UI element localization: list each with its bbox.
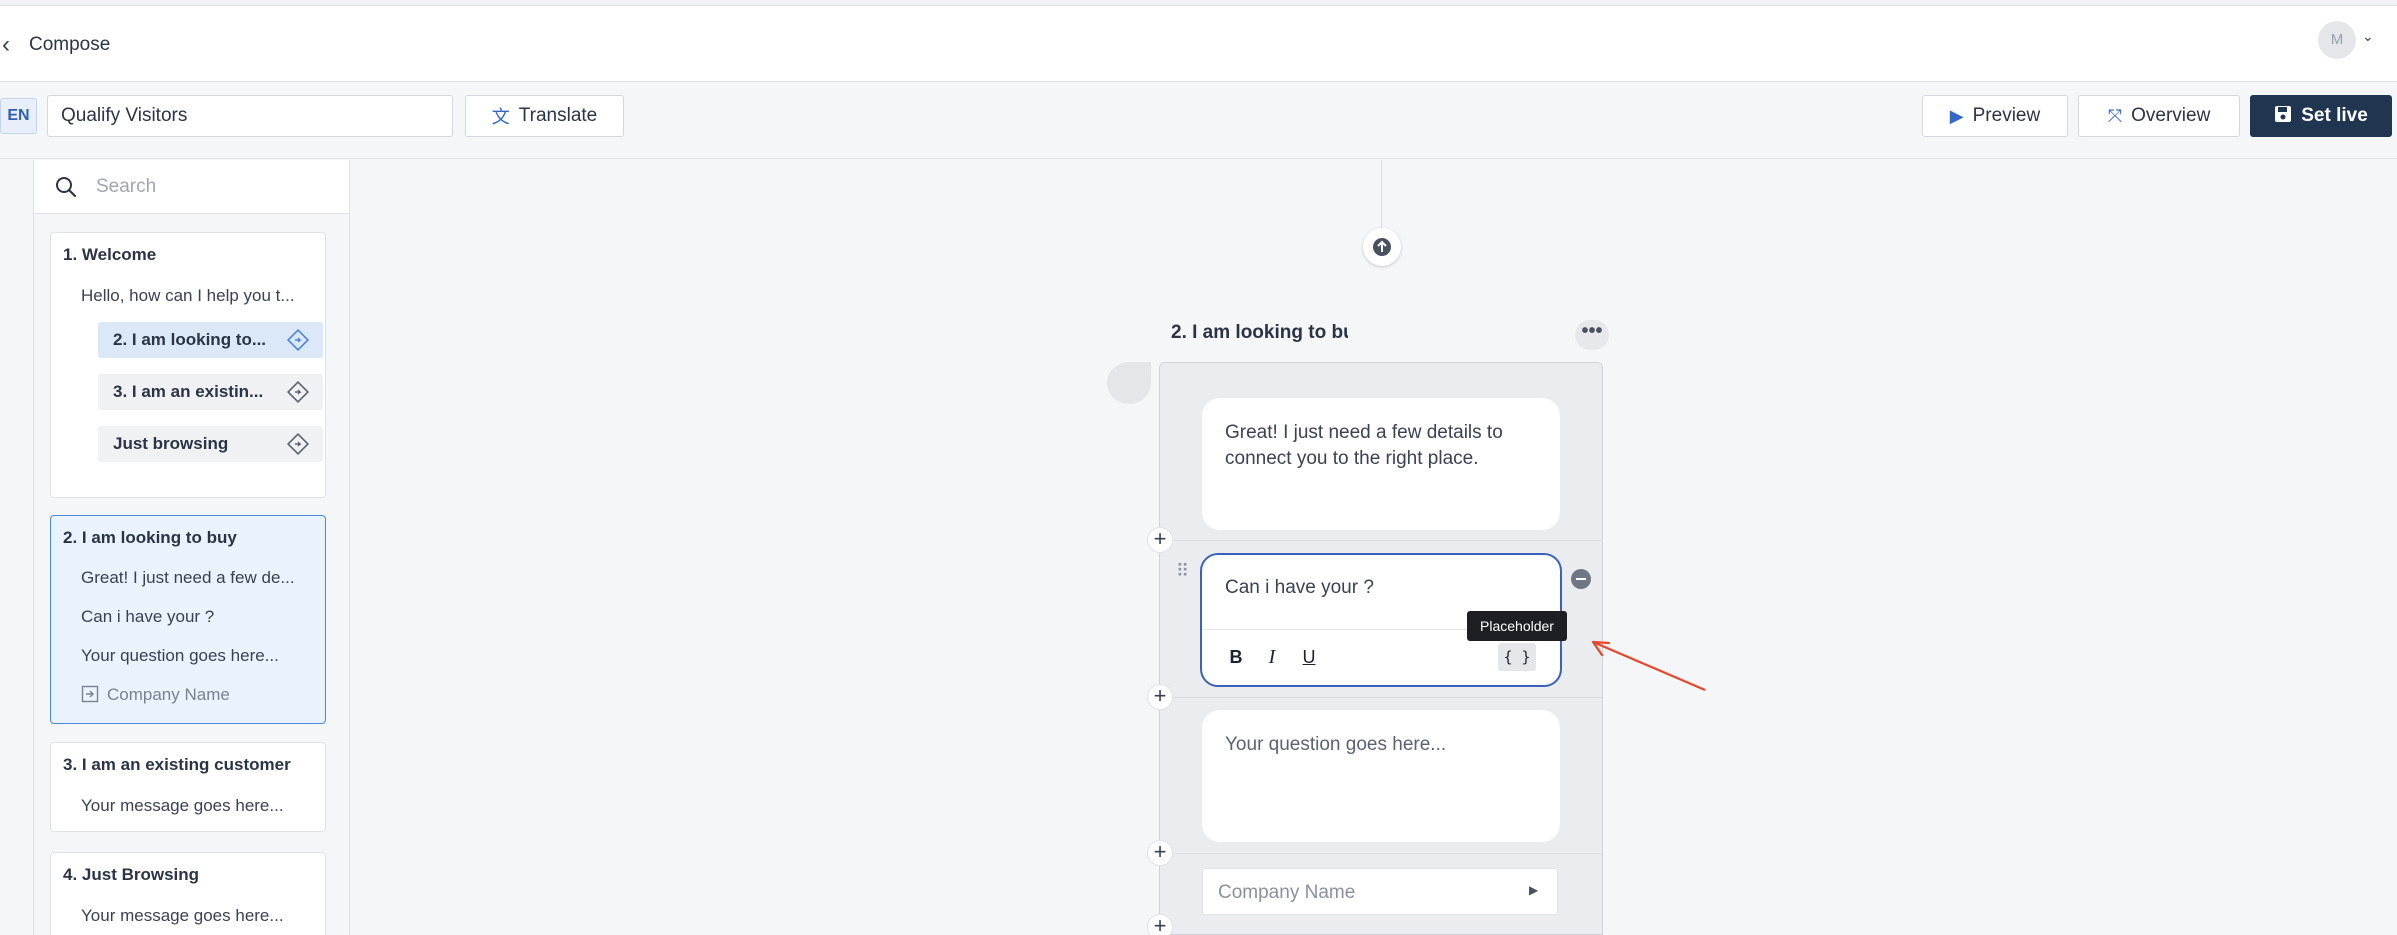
option-item[interactable]: Just browsing	[98, 426, 323, 462]
sidebar-card-existing-customer[interactable]: 3. I am an existing customer Your messag…	[50, 742, 326, 832]
flow-name-input[interactable]	[47, 95, 453, 137]
separator	[1160, 540, 1602, 541]
option-label: 3. I am an existin...	[113, 382, 264, 401]
play-icon: ▶	[1949, 105, 1964, 126]
chevron-down-icon[interactable]: ⌄	[2362, 28, 2374, 45]
more-options-button[interactable]: •••	[1575, 320, 1609, 350]
connector-line	[1381, 160, 1382, 235]
caret-right-icon: ▶	[1529, 883, 1539, 897]
add-step-button[interactable]: +	[1147, 527, 1173, 553]
toolbar: EN 文 Translate ▶ Preview ⤧ Overview Set …	[0, 83, 2397, 159]
option-label: Just browsing	[113, 434, 229, 453]
branch-icon	[286, 432, 310, 456]
underline-button[interactable]: U	[1295, 643, 1323, 671]
add-step-button[interactable]: +	[1147, 914, 1173, 935]
card-line: Your question goes here...	[81, 646, 279, 665]
sidebar-card-just-browsing[interactable]: 4. Just Browsing Your message goes here.…	[50, 852, 326, 935]
search-box	[34, 160, 349, 214]
separator	[1160, 697, 1602, 698]
input-field-label: Company Name	[107, 685, 230, 704]
search-icon	[56, 177, 77, 198]
placeholder-tooltip: Placeholder	[1467, 611, 1567, 641]
message-editor-text[interactable]: Can i have your ?	[1225, 577, 1374, 599]
arrow-up-icon[interactable]	[1363, 228, 1401, 266]
input-field-icon	[81, 685, 99, 703]
preview-label: Preview	[1972, 105, 2041, 126]
overview-button[interactable]: ⤧ Overview	[2078, 95, 2240, 137]
set-live-button[interactable]: Set live	[2250, 95, 2392, 137]
sidebar-card-looking-to-buy[interactable]: 2. I am looking to buy Great! I just nee…	[50, 515, 326, 724]
preview-button[interactable]: ▶ Preview	[1922, 95, 2068, 137]
company-name-label: Company Name	[1218, 882, 1356, 903]
message-bubble[interactable]: Your question goes here...	[1202, 710, 1560, 842]
translate-button[interactable]: 文 Translate	[465, 95, 624, 137]
annotation-arrow	[1591, 640, 1706, 692]
company-name-field[interactable]: Company Name ▶	[1202, 868, 1558, 915]
expand-icon: ⤧	[2107, 105, 2123, 126]
card-line: Hello, how can I help you t...	[81, 286, 295, 305]
placeholder-button[interactable]: { }	[1498, 643, 1536, 671]
app-header: ‹ Compose M ⌄	[0, 6, 2397, 82]
option-label: 2. I am looking to...	[113, 330, 267, 349]
card-input-line: Company Name	[81, 685, 313, 705]
save-icon	[2274, 105, 2292, 128]
message-bubble[interactable]: Great! I just need a few details to conn…	[1202, 398, 1560, 530]
search-input[interactable]	[96, 170, 336, 204]
branch-icon	[286, 380, 310, 404]
card-title: 1. Welcome	[63, 245, 157, 264]
option-item[interactable]: 2. I am looking to...	[98, 322, 323, 358]
branch-icon	[286, 328, 310, 352]
overview-label: Overview	[2131, 105, 2211, 126]
left-rail	[0, 160, 34, 935]
avatar[interactable]: M	[2318, 21, 2356, 59]
bold-button[interactable]: B	[1222, 643, 1250, 671]
italic-button[interactable]: I	[1258, 643, 1286, 671]
card-title: 3. I am an existing customer	[63, 755, 291, 774]
add-step-button[interactable]: +	[1147, 840, 1173, 866]
translate-icon: 文	[491, 107, 510, 127]
remove-icon[interactable]	[1571, 569, 1591, 589]
sidebar-card-welcome[interactable]: 1. Welcome Hello, how can I help you t..…	[50, 232, 326, 498]
card-line: Can i have your ?	[81, 607, 215, 626]
language-badge[interactable]: EN	[0, 98, 37, 134]
card-line: Your message goes here...	[81, 796, 284, 815]
chevron-left-icon[interactable]: ‹	[2, 32, 22, 58]
page-title: Compose	[29, 34, 111, 55]
set-live-label: Set live	[2301, 105, 2368, 126]
card-title: 4. Just Browsing	[63, 865, 200, 884]
drag-handle-icon[interactable]: ⠿	[1176, 562, 1192, 588]
separator	[1160, 853, 1602, 854]
card-title: 2. I am looking to buy	[63, 528, 237, 547]
node-title[interactable]: 2. I am looking to bu	[1171, 322, 1348, 344]
sidebar: 1. Welcome Hello, how can I help you t..…	[34, 160, 350, 935]
add-step-button[interactable]: +	[1147, 684, 1173, 710]
option-item[interactable]: 3. I am an existin...	[98, 374, 323, 410]
bot-avatar	[1107, 362, 1151, 404]
card-line: Your message goes here...	[81, 906, 284, 925]
translate-label: Translate	[518, 105, 598, 126]
card-line: Great! I just need a few de...	[81, 568, 295, 587]
